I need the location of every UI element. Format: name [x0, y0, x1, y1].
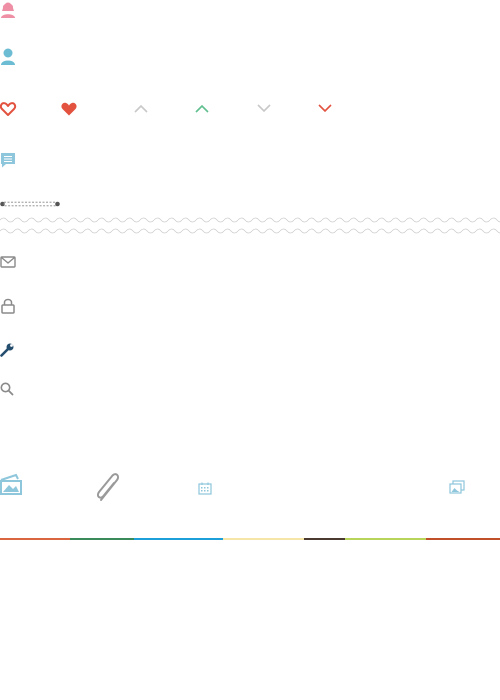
- calendar-icon[interactable]: [198, 482, 212, 495]
- gallery-icon[interactable]: [449, 480, 465, 495]
- chevron-down-icon[interactable]: [318, 104, 332, 113]
- chevron-up-icon[interactable]: [195, 104, 209, 113]
- wrench-icon[interactable]: [0, 343, 14, 357]
- color-stripe-segment: [0, 538, 70, 540]
- color-stripe-segment: [345, 538, 426, 540]
- user-female-icon: [0, 0, 16, 18]
- wavy-divider: [0, 216, 500, 224]
- color-stripe-segment: [304, 538, 345, 540]
- wavy-divider: [0, 227, 500, 235]
- search-icon[interactable]: [0, 382, 14, 396]
- heart-filled-icon[interactable]: [61, 102, 77, 116]
- comment-icon[interactable]: [0, 152, 16, 168]
- photo-icon[interactable]: [0, 473, 22, 496]
- color-stripe-segment: [134, 538, 223, 540]
- color-stripe-segment: [223, 538, 304, 540]
- heart-outline-icon[interactable]: [0, 102, 17, 116]
- color-stripe-segment: [426, 538, 500, 540]
- paperclip-icon[interactable]: [95, 470, 125, 504]
- color-stripe-segment: [70, 538, 134, 540]
- user-male-icon: [0, 48, 16, 65]
- chevron-down-icon[interactable]: [257, 104, 271, 113]
- lock-icon[interactable]: [1, 298, 15, 314]
- zipper-icon[interactable]: [0, 201, 60, 207]
- chevron-up-icon[interactable]: [134, 104, 148, 113]
- mail-icon[interactable]: [0, 256, 16, 268]
